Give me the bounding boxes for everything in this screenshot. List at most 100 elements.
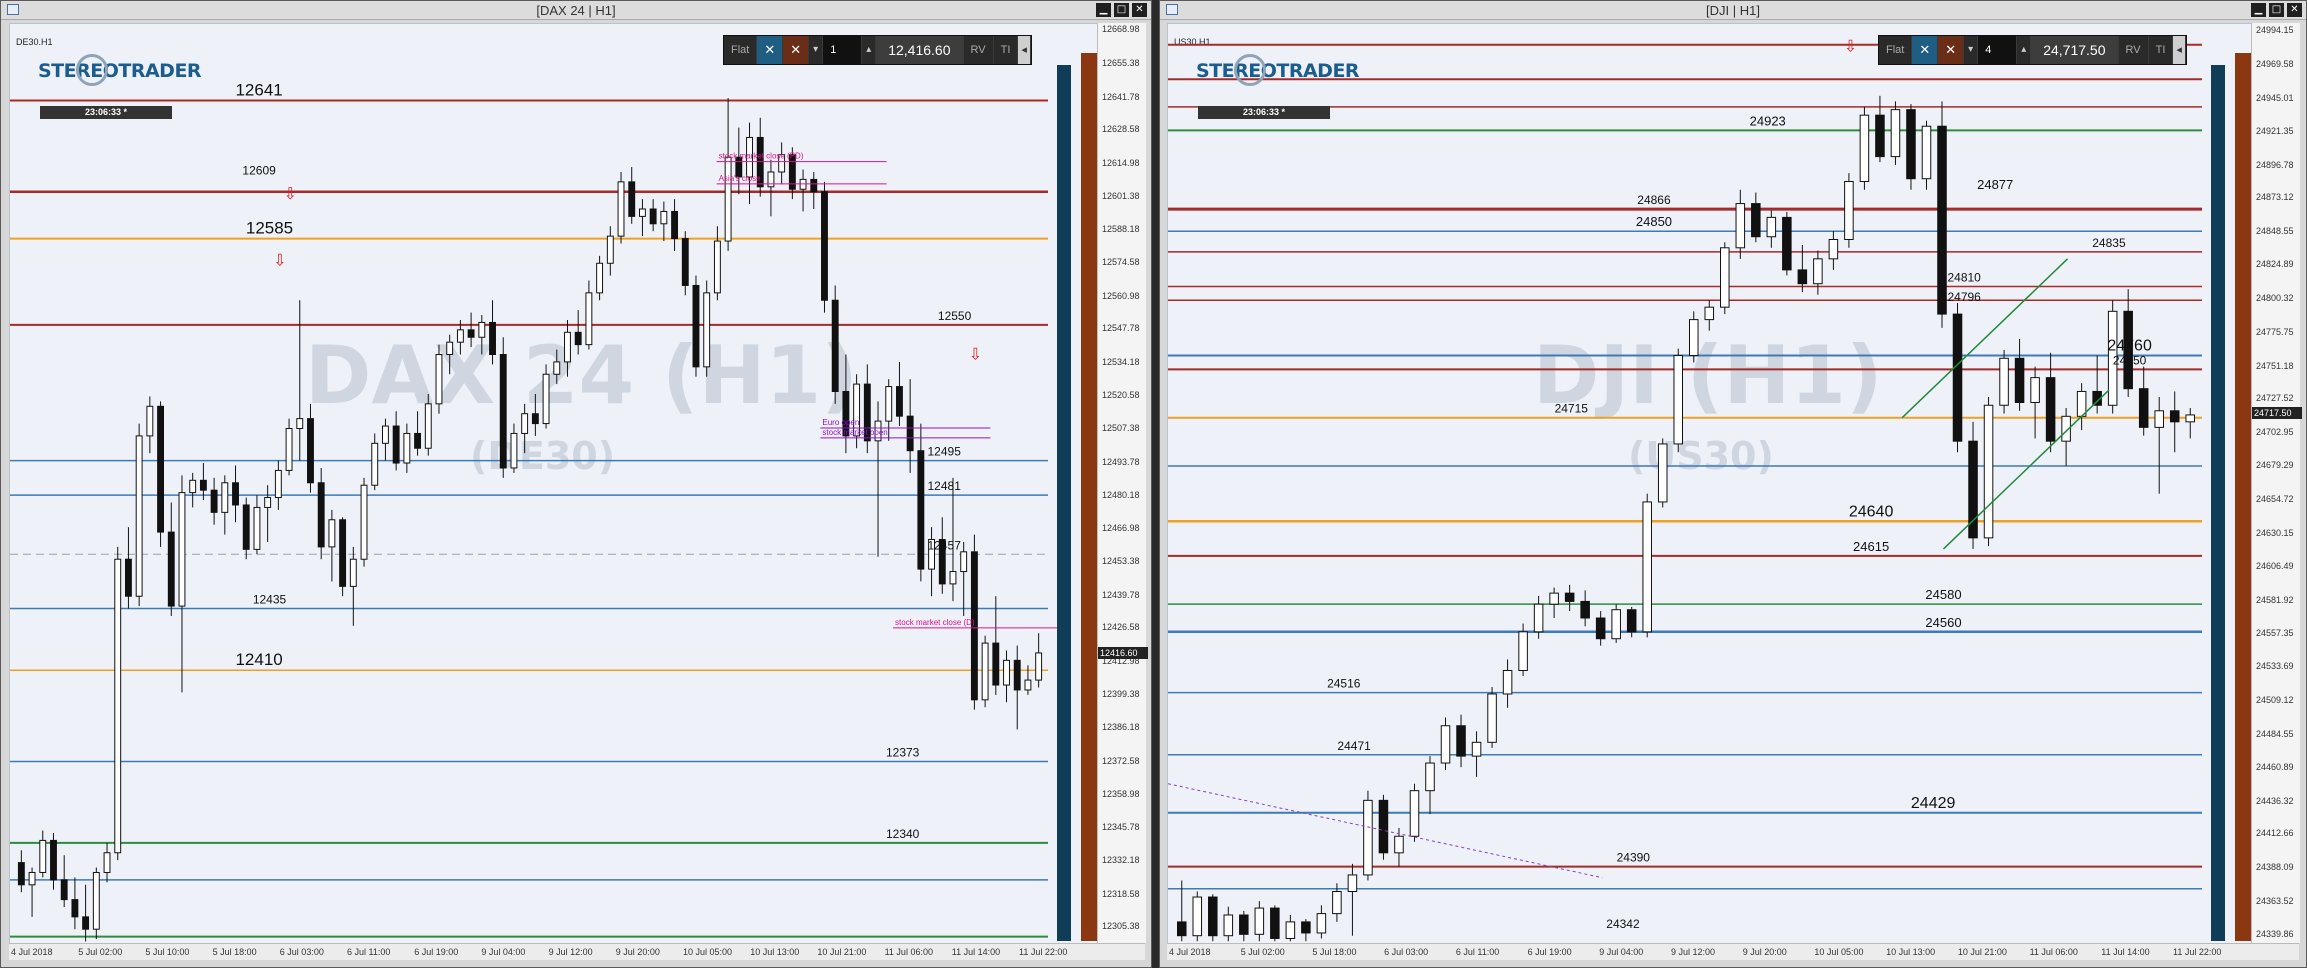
level-label: 24923: [1750, 113, 1786, 128]
candle: [1502, 659, 1513, 708]
dax-lot-size-input[interactable]: 1: [823, 36, 863, 64]
candle: [1208, 894, 1218, 942]
svg-text:Euro open: Euro open: [822, 418, 859, 427]
session-marker[interactable]: stock market close (D): [893, 618, 1064, 629]
level-label: 24715: [1555, 402, 1589, 416]
price-tick-label: 24848.55: [2256, 226, 2294, 237]
time-tick-label: 6 Jul 11:00: [1455, 947, 1500, 957]
candle: [1363, 790, 1373, 881]
candle: [339, 517, 347, 597]
down-arrow-icon: ⇩: [273, 251, 286, 270]
candle: [531, 393, 539, 436]
price-tick-label: 24460.89: [2256, 761, 2294, 772]
dax-chart-area[interactable]: DE30.H1 DAX 24 (H1) (DE30) 12641 12609 125…: [9, 23, 1099, 945]
candle: [146, 396, 154, 454]
dax-side-panel-accent[interactable]: [1081, 53, 1097, 941]
session-marker[interactable]: stock market close (PD): [716, 152, 887, 163]
candle: [938, 517, 946, 594]
candle: [574, 310, 582, 355]
price-tick-label: 24606.49: [2256, 560, 2294, 571]
close-button[interactable]: ✕: [2287, 3, 2302, 17]
dax-lot-up-icon[interactable]: ▴: [862, 36, 877, 64]
dax-title-bar[interactable]: [DAX 24 | H1] ▁ □ ✕: [1, 1, 1151, 20]
time-tick-label: 6 Jul 19:00: [414, 947, 459, 957]
candle: [596, 255, 604, 301]
time-tick-label: 9 Jul 12:00: [548, 947, 593, 957]
candle: [1782, 211, 1792, 276]
dax-trade-toolbar: Flat ✕ ✕ ▾ 1 ▴ 12,416.60 RV TI ◂: [723, 35, 1032, 65]
session-marker[interactable]: stock market open: [820, 428, 991, 439]
candle: [585, 280, 593, 350]
dax-time-axis[interactable]: 4 Jul 2018 5 Jul 02:00 5 Jul 10:00 5 Jul 18…: [9, 943, 1145, 960]
candle: [810, 171, 818, 209]
price-tick-label: 24727.52: [2256, 393, 2294, 404]
candle: [1456, 714, 1466, 768]
dax-position-mode[interactable]: Flat: [724, 36, 758, 64]
dax-toolbar-scroll-icon[interactable]: ◂: [1018, 36, 1031, 64]
close-button[interactable]: ✕: [1132, 3, 1147, 17]
dax-price-axis[interactable]: 12668.98 12655.38 12641.78 12628.58 12614.98…: [1097, 23, 1148, 943]
level-label: 12481: [928, 479, 962, 493]
candle: [2169, 391, 2180, 453]
dax-ti-button[interactable]: TI: [994, 36, 1019, 64]
level-label: 12410: [235, 650, 282, 669]
time-tick-label: 10 Jul 21:00: [1957, 947, 2007, 957]
candle: [1487, 687, 1497, 748]
dji-toolbar-scroll-icon[interactable]: ◂: [2173, 36, 2186, 64]
candle: [1673, 348, 1684, 453]
candle: [767, 159, 775, 217]
candle: [1270, 905, 1280, 942]
time-tick-label: 5 Jul 02:00: [78, 947, 123, 957]
dax-close-sell-icon[interactable]: ✕: [783, 36, 810, 64]
candle: [39, 830, 47, 878]
candle: [831, 285, 839, 404]
minimize-button[interactable]: ▁: [2251, 3, 2266, 17]
dji-side-panel-strip[interactable]: [2211, 65, 2225, 941]
level-label: 12340: [886, 827, 920, 841]
dax-close-buy-icon[interactable]: ✕: [757, 36, 784, 64]
dji-rv-button[interactable]: RV: [2119, 36, 2149, 64]
stereotrader-logo: STEREOTRADER: [38, 54, 202, 86]
dji-title-bar[interactable]: [DJI | H1] ▁ □ ✕: [1160, 1, 2306, 20]
dji-chart-area[interactable]: US30.H1 DJI (H1) (US30) 2500224923248772…: [1167, 23, 2253, 945]
candle: [1347, 863, 1358, 936]
maximize-button[interactable]: □: [1114, 3, 1129, 17]
maximize-button[interactable]: □: [2269, 3, 2284, 17]
dji-time-axis[interactable]: 4 Jul 2018 5 Jul 02:00 5 Jul 18:00 6 Jul 03…: [1167, 943, 2299, 960]
dji-lot-up-icon[interactable]: ▴: [2017, 36, 2032, 64]
dji-price-axis[interactable]: 24994.15 24969.58 24945.01 24921.35 24896.78…: [2251, 23, 2302, 943]
time-tick-label: 6 Jul 11:00: [347, 947, 391, 957]
time-tick-label: 11 Jul 06:00: [884, 947, 933, 957]
time-tick-label: 5 Jul 02:00: [1240, 947, 1285, 957]
price-tick-label: 12439.78: [1102, 589, 1140, 600]
candle: [381, 418, 389, 461]
candle: [1409, 783, 1420, 842]
dji-lot-down-icon[interactable]: ▾: [1964, 36, 1979, 64]
price-tick-label: 24557.35: [2256, 628, 2294, 639]
candle: [114, 546, 122, 861]
dax-rv-button[interactable]: RV: [964, 36, 994, 64]
level-label: 24390: [1617, 851, 1651, 865]
candle: [1688, 311, 1699, 363]
dax-candlestick-chart[interactable]: 12641 12609 12585 12550 12495 12481 12457 12435…: [10, 24, 1098, 944]
dji-candlestick-chart[interactable]: 2500224923248772486624850248352481024796…: [1168, 24, 2252, 944]
level-label: 24750: [2113, 353, 2147, 367]
candle: [489, 300, 496, 365]
session-marker[interactable]: Euro open: [820, 418, 991, 429]
price-tick-label: 12601.38: [1102, 191, 1140, 202]
dji-side-panel-accent[interactable]: [2235, 53, 2251, 941]
price-tick-label: 24630.15: [2256, 527, 2294, 538]
dji-position-mode[interactable]: Flat: [1879, 36, 1913, 64]
dji-close-buy-icon[interactable]: ✕: [1912, 36, 1939, 64]
level-label: 12585: [246, 219, 293, 238]
dji-ti-button[interactable]: TI: [2149, 36, 2174, 64]
dji-close-sell-icon[interactable]: ✕: [1938, 36, 1965, 64]
dax-side-panel-strip[interactable]: [1057, 65, 1071, 941]
trendline[interactable]: [1168, 783, 1603, 879]
dax-lot-down-icon[interactable]: ▾: [809, 36, 824, 64]
candle: [821, 181, 828, 313]
price-tick-label: 24702.95: [2256, 427, 2294, 438]
minimize-button[interactable]: ▁: [1096, 3, 1111, 17]
price-tick-label: 12480.18: [1102, 490, 1140, 501]
dji-lot-size-input[interactable]: 4: [1978, 36, 2018, 64]
